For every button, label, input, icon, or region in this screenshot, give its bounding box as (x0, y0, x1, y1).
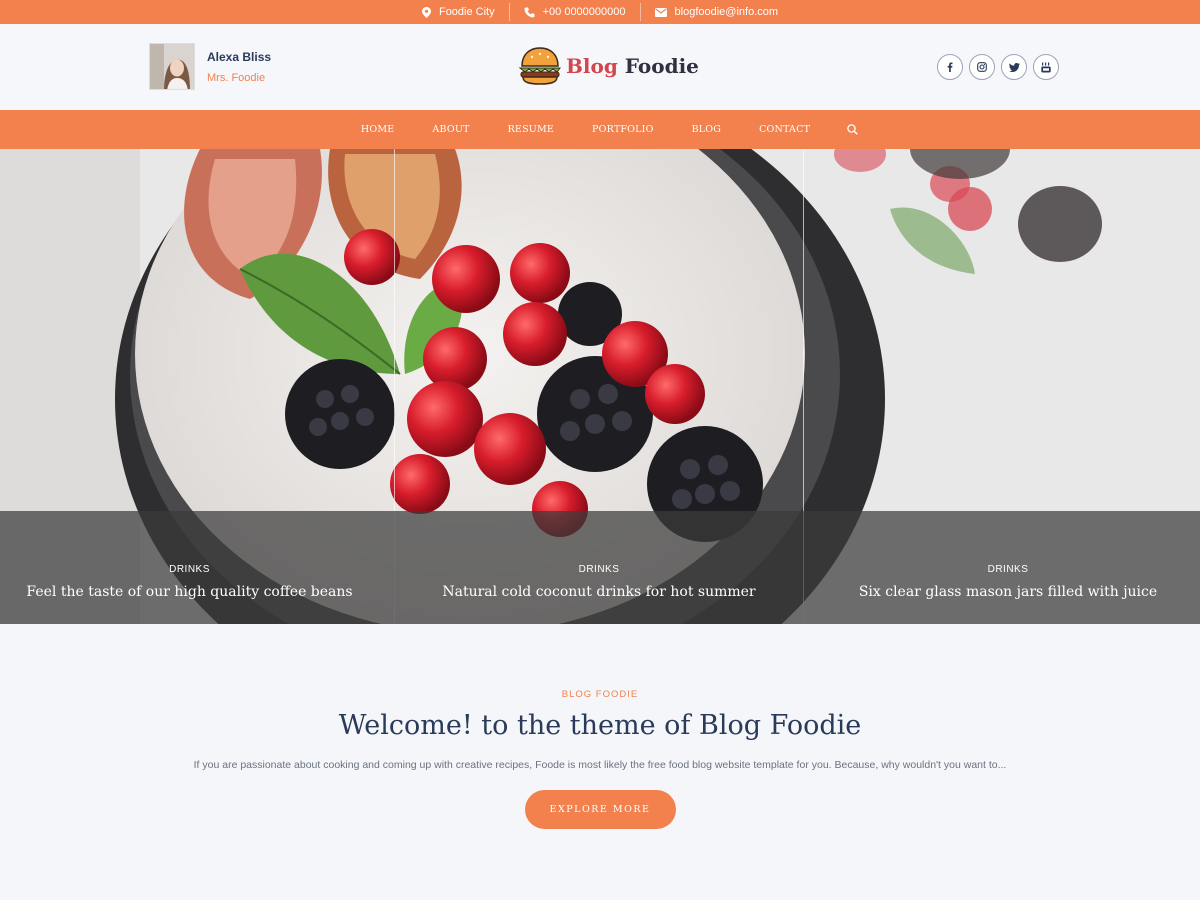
explore-more-button[interactable]: EXPLORE MORE (524, 790, 676, 829)
site-logo[interactable]: Blog Foodie (518, 46, 699, 86)
author-name[interactable]: Alexa Bliss (207, 50, 271, 64)
email-text: blogfoodie@info.com (674, 6, 779, 18)
author-profile[interactable]: Alexa Bliss Mrs. Foodie (149, 43, 271, 90)
welcome-section: BLOG FOODIE Welcome! to the theme of Blo… (0, 624, 1200, 900)
phone-icon (524, 7, 535, 17)
slide-category[interactable]: DRINKS (395, 564, 803, 575)
email-item[interactable]: blogfoodie@info.com (639, 3, 793, 21)
slide-title[interactable]: Feel the taste of our high quality coffe… (0, 584, 379, 600)
section-description: If you are passionate about cooking and … (193, 759, 1007, 771)
phone-text: +00 0000000000 (542, 6, 626, 18)
author-role: Mrs. Foodie (207, 71, 266, 84)
nav-item-resume[interactable]: RESUME (508, 124, 554, 135)
location-text: Foodie City (438, 6, 495, 18)
instagram-icon[interactable] (969, 54, 995, 80)
slide-category[interactable]: DRINKS (804, 564, 1200, 575)
social-links (937, 54, 1065, 80)
section-kicker: BLOG FOODIE (561, 689, 639, 700)
hero-slider: DRINKS Feel the taste of our high qualit… (0, 149, 1200, 624)
facebook-icon[interactable] (937, 54, 963, 80)
mail-icon (654, 7, 667, 17)
slide-title[interactable]: Natural cold coconut drinks for hot summ… (395, 584, 803, 600)
avatar (149, 43, 195, 90)
logo-text-foodie: Foodie (624, 54, 699, 78)
youtube-icon[interactable] (1033, 54, 1059, 80)
site-header: Alexa Bliss Mrs. Foodie Blog Foodie (0, 24, 1200, 110)
nav-item-home[interactable]: HOME (361, 124, 395, 135)
twitter-icon[interactable] (1001, 54, 1027, 80)
slide-1[interactable]: DRINKS Feel the taste of our high qualit… (0, 511, 379, 624)
slide-category[interactable]: DRINKS (0, 564, 379, 575)
phone-item[interactable]: +00 0000000000 (508, 3, 640, 21)
nav-item-contact[interactable]: CONTACT (759, 124, 810, 135)
logo-text-blog: Blog (566, 54, 618, 78)
main-navigation: HOME ABOUT RESUME PORTFOLIO BLOG CONTACT (0, 110, 1200, 149)
nav-item-about[interactable]: ABOUT (432, 124, 469, 135)
slide-title[interactable]: Six clear glass mason jars filled with j… (804, 584, 1200, 600)
top-info-bar: Foodie City +00 0000000000 blogfoodie@in… (0, 0, 1200, 24)
slide-3[interactable]: DRINKS Six clear glass mason jars filled… (804, 511, 1200, 624)
map-pin-icon (421, 6, 431, 18)
location-item: Foodie City (408, 3, 509, 21)
burger-icon (518, 47, 561, 85)
search-icon[interactable] (847, 124, 858, 135)
nav-item-portfolio[interactable]: PORTFOLIO (592, 124, 654, 135)
section-heading: Welcome! to the theme of Blog Foodie (338, 710, 862, 741)
nav-item-blog[interactable]: BLOG (692, 124, 721, 135)
slide-2[interactable]: DRINKS Natural cold coconut drinks for h… (395, 511, 803, 624)
